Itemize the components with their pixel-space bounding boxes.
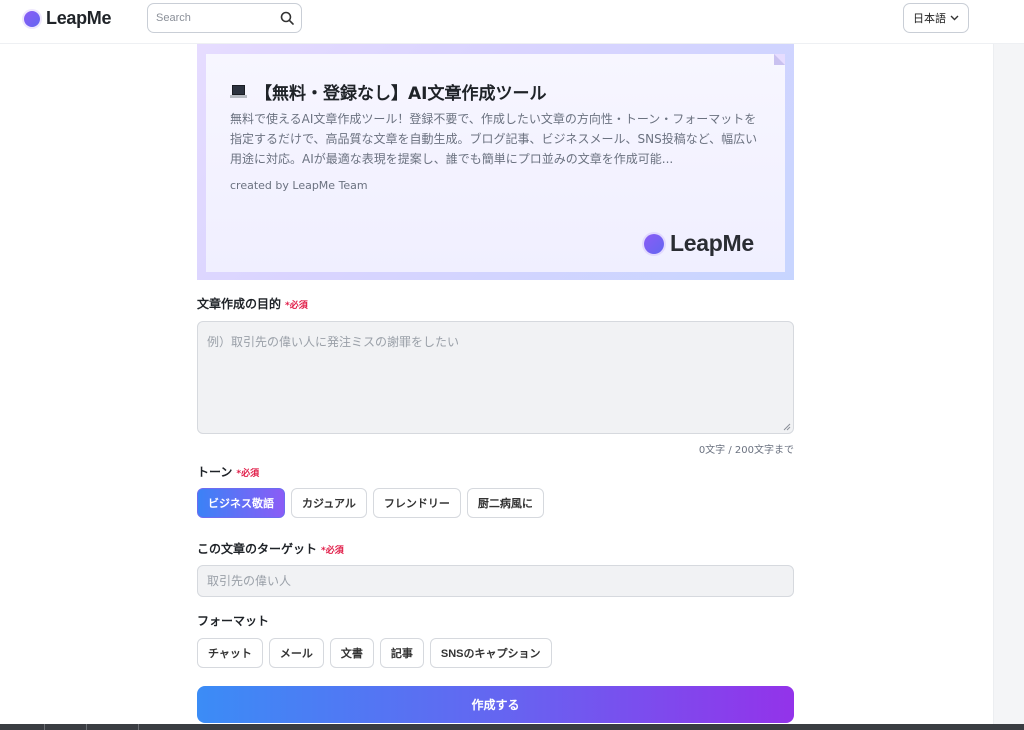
required-badge: *必須 <box>236 469 260 479</box>
required-badge: *必須 <box>285 301 308 311</box>
tone-option-chuuni[interactable]: 厨二病風に <box>466 488 544 518</box>
laptop-icon <box>230 84 247 99</box>
chevron-down-icon <box>950 15 959 21</box>
required-badge: *必須 <box>321 546 344 556</box>
window-bottom-bar <box>0 724 1024 730</box>
target-label-text: この文章のターゲット <box>197 542 318 556</box>
tool-author: created by LeapMe Team <box>230 179 368 192</box>
search-input[interactable] <box>156 12 276 24</box>
language-label: 日本語 <box>913 12 946 25</box>
logo-text: LeapMe <box>46 8 112 28</box>
purpose-label: 文章作成の目的 *必須 <box>197 295 308 312</box>
character-counter: 0文字 / 200文字まで <box>698 445 794 456</box>
scrollbar-track[interactable] <box>993 44 1024 726</box>
page-fold-corner <box>774 54 785 65</box>
format-option-sns-caption[interactable]: SNSのキャプション <box>429 638 552 668</box>
hero-brand-logo: LeapMe <box>644 230 754 257</box>
target-input[interactable] <box>197 565 794 597</box>
resize-grip-icon[interactable] <box>783 423 791 431</box>
top-header: LeapMe 日本語 <box>0 0 1024 44</box>
format-option-article[interactable]: 記事 <box>379 638 424 668</box>
logo-mark-icon <box>644 233 664 254</box>
format-option-chat[interactable]: チャット <box>197 638 263 668</box>
hero-card: 【無料・登録なし】AI文章作成ツール 無料で使えるAI文章作成ツール！登録不要で… <box>206 54 785 272</box>
tool-title: 【無料・登録なし】AI文章作成ツール <box>230 79 546 104</box>
format-label-text: フォーマット <box>197 614 270 628</box>
hero-brand-text: LeapMe <box>670 230 754 256</box>
format-options: チャット メール 文書 記事 SNSのキャプション <box>197 638 552 668</box>
tone-option-business[interactable]: ビジネス敬語 <box>197 488 285 518</box>
format-option-mail[interactable]: メール <box>268 638 324 668</box>
tone-option-friendly[interactable]: フレンドリー <box>372 488 461 518</box>
purpose-label-text: 文章作成の目的 <box>197 297 282 311</box>
format-option-document[interactable]: 文書 <box>329 638 374 668</box>
search-icon[interactable] <box>279 10 295 26</box>
tool-title-text: 【無料・登録なし】AI文章作成ツール <box>255 84 547 104</box>
tone-label: トーン *必須 <box>197 463 259 480</box>
format-label: フォーマット <box>197 612 269 629</box>
tone-options: ビジネス敬語 カジュアル フレンドリー 厨二病風に <box>197 488 544 518</box>
leapme-logo[interactable]: LeapMe <box>24 8 112 29</box>
tone-label-text: トーン <box>197 465 233 479</box>
search-box[interactable] <box>147 3 302 33</box>
language-selector[interactable]: 日本語 <box>903 3 969 33</box>
tool-hero-banner: 【無料・登録なし】AI文章作成ツール 無料で使えるAI文章作成ツール！登録不要で… <box>197 44 794 280</box>
target-label: この文章のターゲット *必須 <box>197 540 344 557</box>
tone-option-casual[interactable]: カジュアル <box>291 488 367 518</box>
create-button[interactable]: 作成する <box>197 686 794 723</box>
purpose-textarea[interactable] <box>197 321 794 434</box>
tool-description: 無料で使えるAI文章作成ツール！登録不要で、作成したい文章の方向性・トーン・フォ… <box>230 112 758 166</box>
logo-mark-icon <box>24 10 40 27</box>
